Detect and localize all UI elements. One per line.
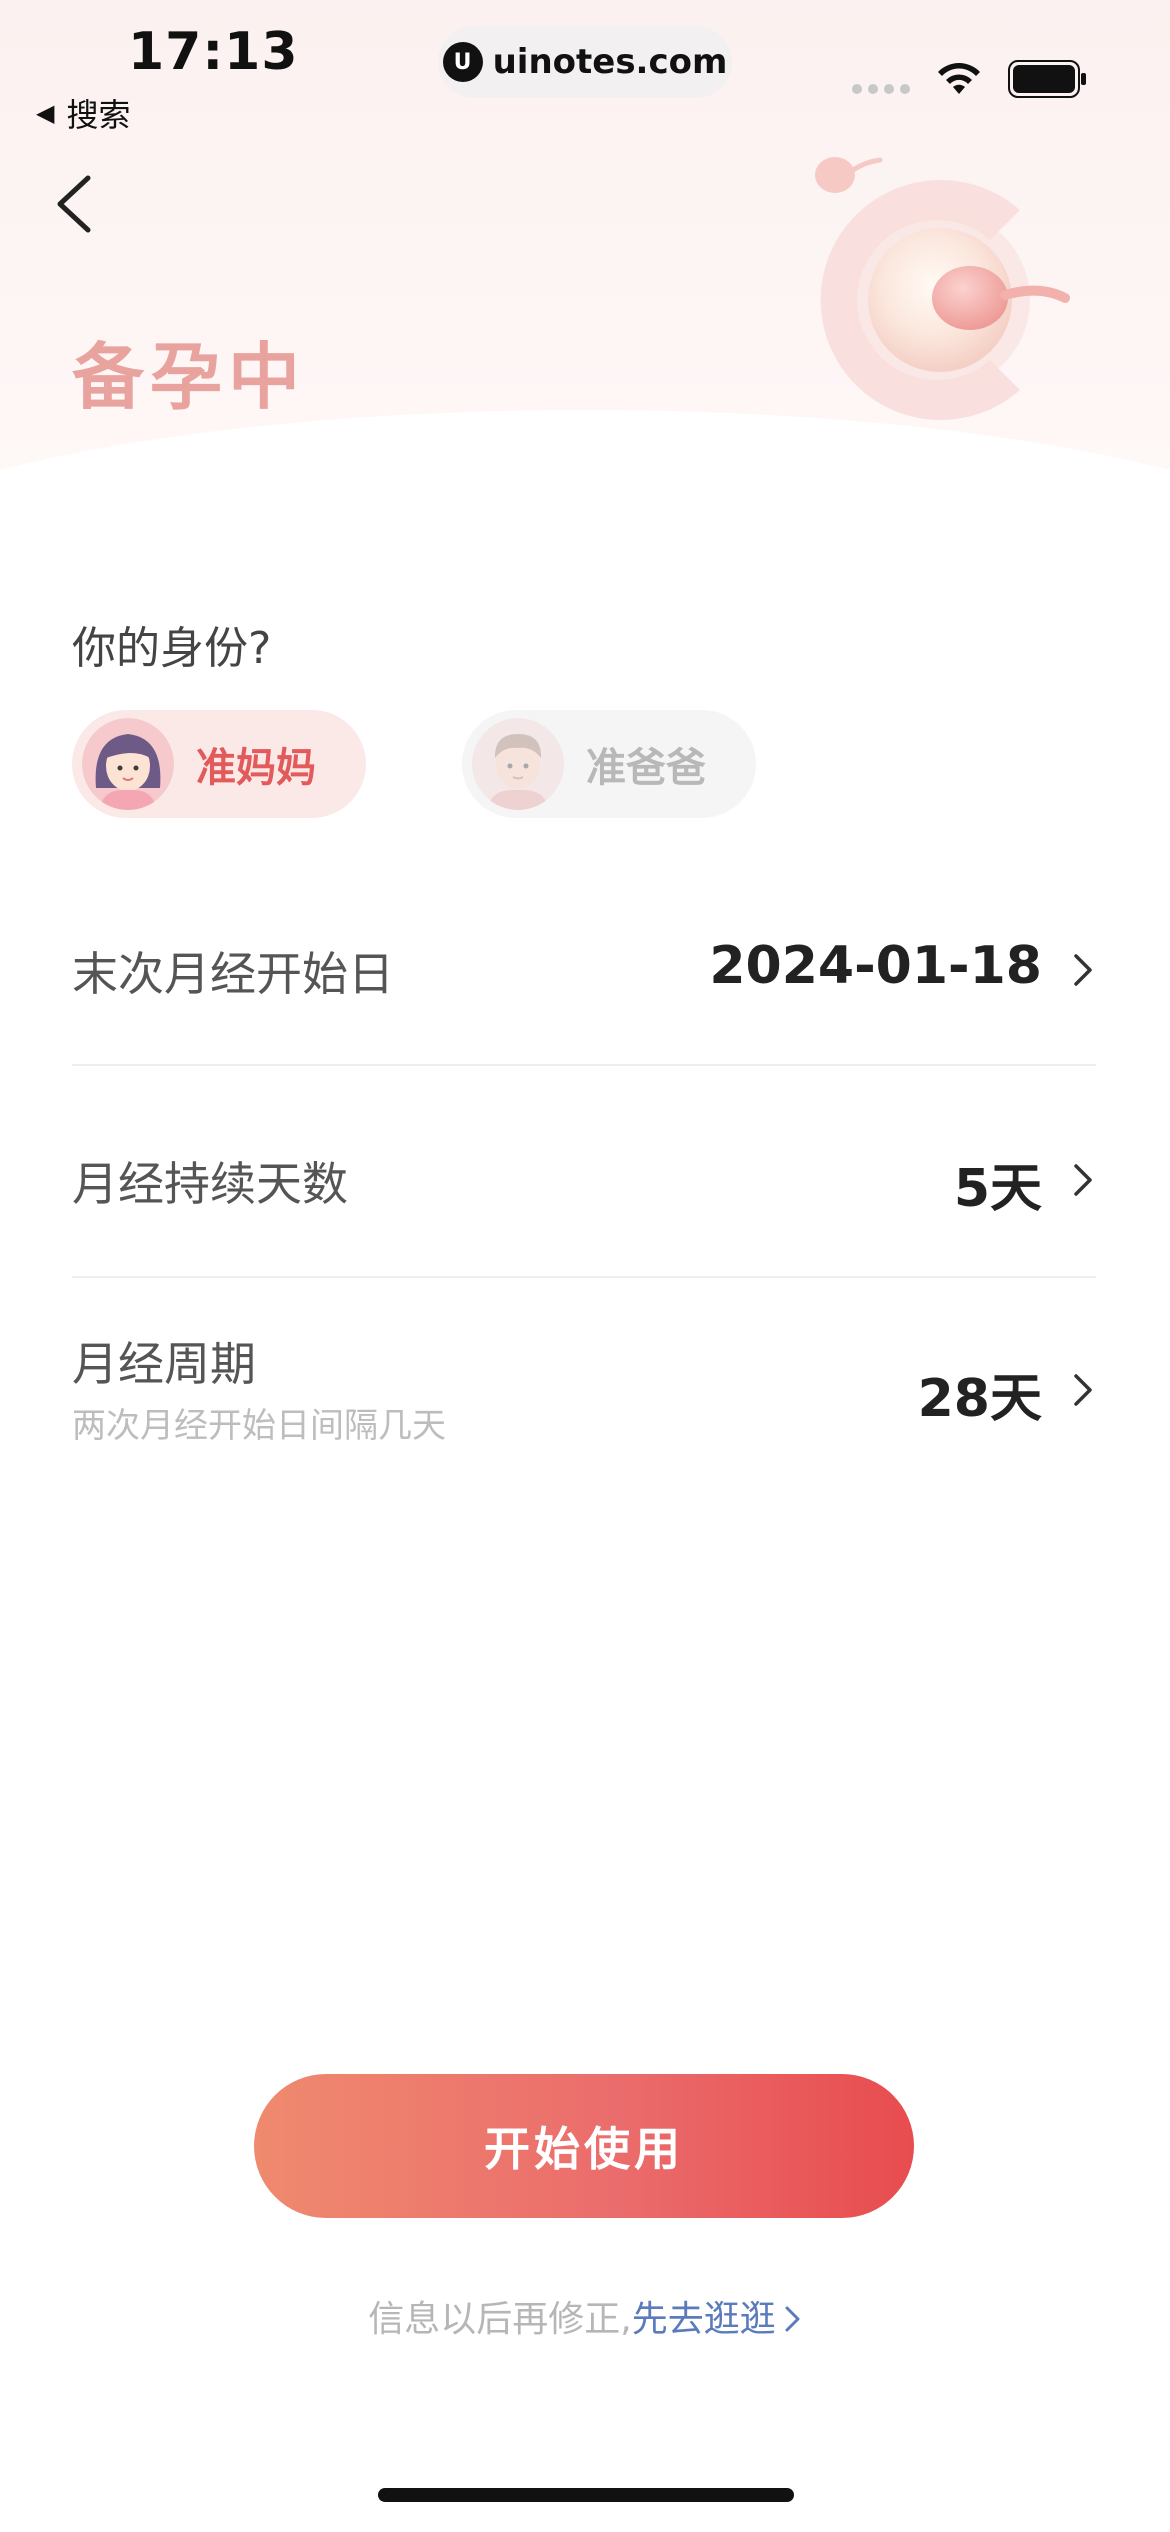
later-prefix: 信息以后再修正, (368, 2299, 632, 2340)
cycle-length-value: 28天 (917, 1369, 1042, 1429)
start-button[interactable]: 开始使用 (254, 2074, 914, 2218)
dad-avatar-icon (472, 718, 564, 810)
status-time: 17:13 (128, 22, 299, 82)
chevron-right-icon (785, 2306, 800, 2332)
browse-later-text: 信息以后再修正,先去逛逛 (0, 2290, 1170, 2342)
url-pill[interactable]: U uinotes.com (438, 26, 732, 98)
role-label-dad: 准爸爸 (586, 745, 706, 791)
browse-first-label: 先去逛逛 (631, 2299, 776, 2340)
last-period-row[interactable]: 末次月经开始日 2024-01-18 (72, 930, 1096, 1010)
back-triangle-icon: ◀ (36, 99, 55, 127)
chevron-right-icon (1074, 1374, 1092, 1406)
back-arrow-icon[interactable] (52, 172, 96, 236)
period-length-label: 月经持续天数 (72, 1157, 348, 1211)
cycle-length-label: 月经周期 (72, 1337, 256, 1391)
chevron-right-icon (1074, 954, 1092, 986)
divider (72, 1276, 1096, 1278)
fertility-illustration-icon (815, 157, 1070, 420)
url-text: uinotes.com (492, 42, 728, 82)
role-option-mom[interactable]: 准妈妈 (72, 710, 366, 818)
role-label-mom: 准妈妈 (196, 745, 316, 791)
identity-question: 你的身份? (72, 623, 272, 674)
cycle-length-row[interactable]: 月经周期 两次月经开始日间隔几天 28天 (72, 1322, 1096, 1452)
home-indicator (378, 2488, 794, 2502)
battery-icon (1008, 60, 1086, 98)
divider (72, 1064, 1096, 1066)
wifi-icon (938, 63, 980, 94)
chevron-right-icon (1074, 1164, 1092, 1196)
screen: 17:13 ◀ 搜索 U uinotes.com 备孕中 你的身份? 准妈妈 准… (0, 0, 1170, 2532)
back-to-app-button[interactable]: ◀ 搜索 (36, 90, 130, 136)
last-period-label: 末次月经开始日 (72, 947, 394, 1001)
role-option-dad[interactable]: 准爸爸 (462, 710, 756, 818)
back-app-label: 搜索 (66, 96, 131, 134)
period-length-row[interactable]: 月经持续天数 5天 (72, 1140, 1096, 1220)
browse-first-link[interactable]: 先去逛逛 (632, 2299, 802, 2340)
signal-icon (852, 84, 910, 94)
cycle-length-hint: 两次月经开始日间隔几天 (72, 1406, 446, 1446)
site-logo-icon: U (442, 42, 483, 82)
page-title: 备孕中 (72, 335, 307, 419)
period-length-value: 5天 (953, 1159, 1042, 1219)
last-period-value: 2024-01-18 (709, 936, 1042, 996)
mom-avatar-icon (82, 718, 174, 810)
